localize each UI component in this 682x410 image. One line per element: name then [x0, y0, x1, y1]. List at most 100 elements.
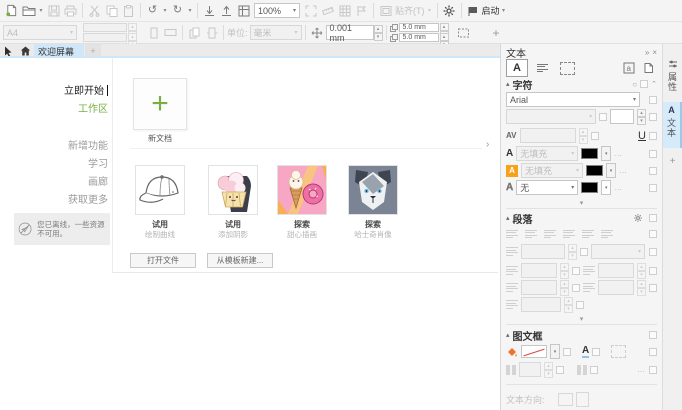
frame-fill-none-swatch[interactable]	[521, 345, 547, 358]
paragraph-settings-gear-icon[interactable]	[629, 210, 646, 227]
before-paragraph-spinner[interactable]: ▴▾	[560, 263, 569, 278]
export-icon[interactable]	[218, 2, 235, 19]
duplicate-y-field[interactable]: 5.0 mm	[399, 33, 439, 42]
align-justify-icon[interactable]	[582, 230, 594, 239]
duplicate-y-spinner[interactable]: ▴▾	[440, 33, 449, 42]
after-paragraph-spinner[interactable]: ▴▾	[560, 280, 569, 295]
nav-item-get-more[interactable]: 获取更多	[20, 191, 108, 206]
checkbox[interactable]	[572, 267, 580, 275]
fill-type-combo[interactable]: 无填充 ▾	[516, 146, 578, 161]
checkbox[interactable]	[563, 348, 571, 356]
left-indent-field[interactable]	[598, 280, 634, 295]
checkbox[interactable]	[649, 150, 657, 158]
font-family-combo[interactable]: Arial ▾	[506, 92, 640, 107]
sample-card-husky[interactable]	[348, 165, 398, 215]
paragraph-frames-icon[interactable]	[577, 365, 587, 375]
nav-item-workspace[interactable]: 工作区	[20, 100, 108, 115]
grid-icon[interactable]	[336, 2, 353, 19]
align-left-icon[interactable]	[525, 230, 537, 239]
checkbox[interactable]	[590, 366, 598, 374]
kerning-field[interactable]	[520, 128, 576, 143]
zoom-level-combo[interactable]: 100% ▾	[254, 3, 300, 18]
outline-width-combo[interactable]: 无 ▾	[516, 180, 578, 195]
new-from-template-button[interactable]: 从模板新建...	[207, 253, 273, 268]
fill-color-swatch[interactable]	[581, 148, 598, 159]
page-height-field[interactable]	[83, 33, 127, 42]
undo-dropdown-caret[interactable]: ▾	[161, 7, 169, 14]
spacing-units-combo[interactable]: ▾	[591, 244, 645, 259]
print-icon[interactable]	[62, 2, 79, 19]
first-line-indent-field[interactable]	[598, 263, 634, 278]
before-paragraph-field[interactable]	[521, 263, 557, 278]
duplicate-x-spinner[interactable]: ▴▾	[440, 23, 449, 32]
open-file-button[interactable]: 打开文件	[130, 253, 196, 268]
frame-fill-caret[interactable]: ▾	[550, 344, 560, 359]
font-size-field[interactable]	[610, 109, 634, 124]
checkbox[interactable]	[649, 167, 657, 175]
columns-count-field[interactable]	[519, 362, 541, 377]
add-docker-button[interactable]: +	[663, 156, 682, 167]
guidelines-icon[interactable]	[353, 2, 370, 19]
checkbox[interactable]	[649, 284, 657, 292]
page-width-spinner[interactable]: ▴▾	[128, 23, 137, 32]
sample-card-icecream[interactable]	[277, 165, 327, 215]
launch-dropdown-caret[interactable]: ▾	[500, 7, 508, 14]
checkbox[interactable]	[649, 113, 657, 121]
nav-item-learn[interactable]: 学习	[20, 155, 108, 170]
right-indent-field[interactable]	[521, 297, 561, 312]
chevron-up-icon[interactable]: ⌃	[651, 80, 657, 88]
checkbox[interactable]	[591, 132, 599, 140]
font-size-spinner[interactable]: ▴▾	[637, 109, 646, 124]
line-spacing-field[interactable]	[521, 244, 565, 259]
checkbox[interactable]	[599, 113, 607, 121]
save-icon[interactable]	[45, 2, 62, 19]
page-height-spinner[interactable]: ▴▾	[128, 33, 137, 42]
chevron-down-icon[interactable]: ▾	[290, 7, 296, 14]
rulers-icon[interactable]	[319, 2, 336, 19]
checkbox[interactable]	[649, 366, 657, 374]
import-icon[interactable]	[201, 2, 218, 19]
checkbox[interactable]	[572, 284, 580, 292]
docker-tab-text[interactable]: A 文本	[663, 102, 682, 148]
collapse-docker-icon[interactable]: »	[645, 48, 649, 57]
cut-icon[interactable]	[86, 2, 103, 19]
checkbox[interactable]	[649, 331, 657, 339]
frame-settings-button[interactable]: …	[637, 365, 646, 374]
copy-icon[interactable]	[103, 2, 120, 19]
align-none-icon[interactable]	[506, 230, 518, 239]
checkbox[interactable]	[592, 348, 600, 356]
portrait-orientation-icon[interactable]	[145, 24, 162, 41]
first-line-indent-spinner[interactable]: ▴▾	[637, 263, 646, 278]
open-dropdown-caret[interactable]: ▾	[37, 7, 45, 14]
current-page-icon[interactable]	[203, 24, 220, 41]
background-fill-combo[interactable]: 无填充 ▾	[521, 163, 583, 178]
new-document-icon[interactable]	[3, 2, 20, 19]
expand-character-section[interactable]: ▾	[501, 199, 662, 207]
background-color-swatch[interactable]	[586, 165, 603, 176]
snap-dropdown-caret[interactable]: ▾	[426, 7, 434, 14]
right-indent-spinner[interactable]: ▴▾	[564, 297, 573, 312]
open-folder-icon[interactable]	[20, 2, 37, 19]
full-screen-preview-icon[interactable]	[302, 2, 319, 19]
snap-to-button[interactable]: 贴齐(T)	[395, 4, 425, 17]
expand-paragraph-section[interactable]: ▾	[501, 315, 662, 323]
checkbox[interactable]	[649, 214, 657, 222]
treat-as-filled-icon[interactable]	[455, 24, 472, 41]
preview-mode-icon[interactable]	[377, 2, 394, 19]
character-mode-tab[interactable]: A	[506, 59, 528, 77]
left-indent-spinner[interactable]: ▴▾	[637, 280, 646, 295]
fill-color-caret[interactable]: ▾	[601, 146, 611, 161]
checkbox[interactable]	[576, 301, 584, 309]
checkbox[interactable]	[649, 248, 657, 256]
checkbox[interactable]	[649, 184, 657, 192]
customize-plus-icon[interactable]: +	[488, 24, 505, 41]
chevron-down-icon[interactable]: ▾	[630, 96, 636, 103]
sample-card-cap[interactable]	[135, 165, 185, 215]
horizontal-direction-icon[interactable]	[558, 393, 573, 406]
checkbox[interactable]	[556, 366, 564, 374]
nav-item-gallery[interactable]: 画廊	[20, 173, 108, 188]
checkbox[interactable]	[649, 230, 657, 238]
checkbox[interactable]	[649, 267, 657, 275]
paste-icon[interactable]	[120, 2, 137, 19]
special-characters-icon[interactable]: a	[620, 60, 637, 77]
